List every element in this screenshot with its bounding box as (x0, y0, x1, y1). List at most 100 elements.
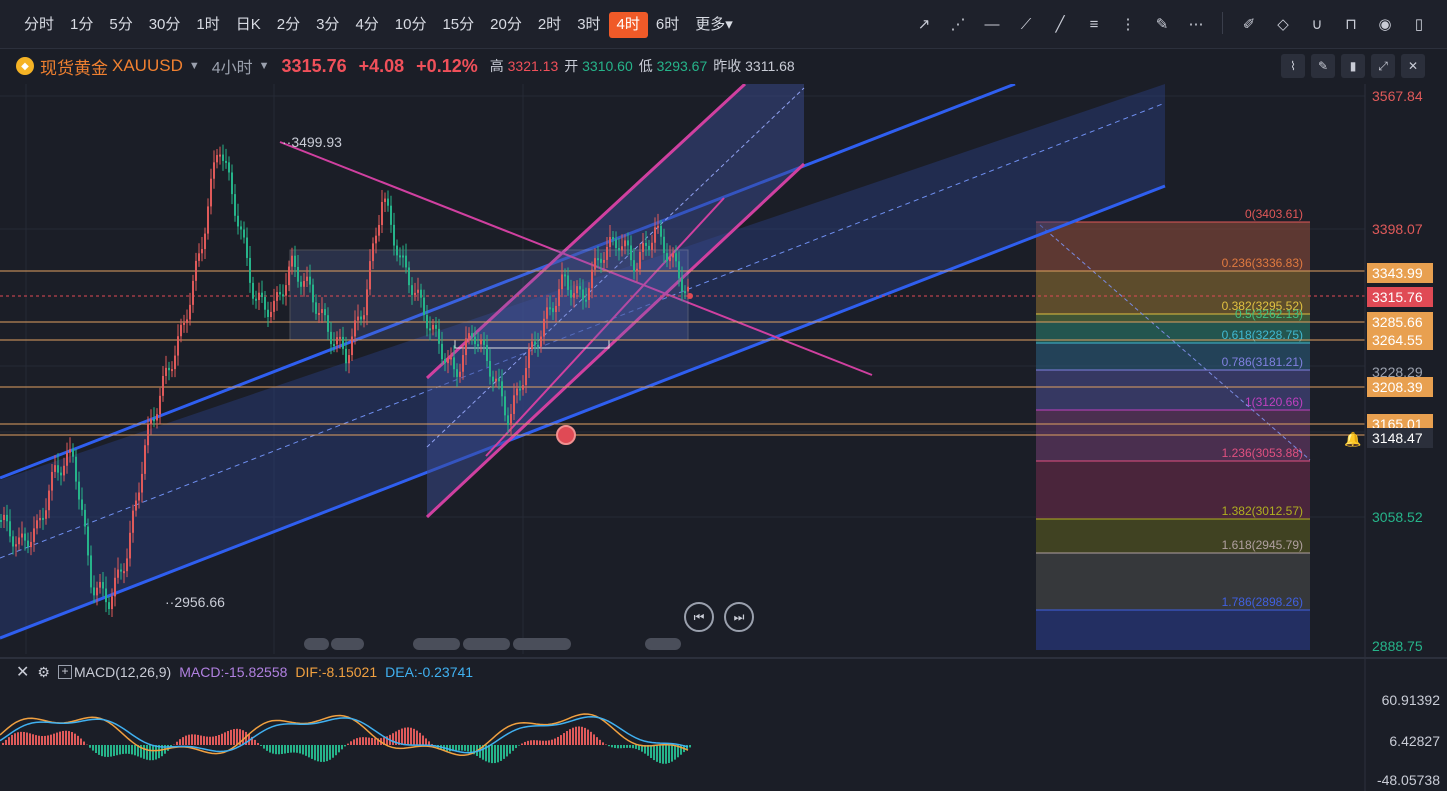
candle-body (582, 289, 584, 300)
candle-body (528, 349, 530, 369)
fib-level-label: 1.382(3012.57) (1222, 504, 1303, 518)
candle-body (381, 201, 383, 225)
macd-bar (335, 745, 337, 756)
macd-bar (260, 745, 262, 746)
period-6[interactable]: 2分 (269, 12, 308, 38)
macd-bar (581, 726, 583, 745)
candle-type-icon[interactable]: ▮ (1341, 54, 1365, 78)
symbol-code[interactable]: XAUUSD (112, 56, 183, 76)
candle-body (387, 198, 389, 206)
ray-icon[interactable]: ╱ (1048, 12, 1072, 36)
candle-body (627, 240, 629, 246)
macd-bar (44, 735, 46, 745)
macd-bar (662, 745, 664, 764)
timeline-chip (331, 638, 364, 650)
candle-body (198, 253, 200, 261)
candle-body (567, 275, 569, 290)
macd-bar (296, 745, 298, 753)
period-0[interactable]: 分时 (16, 12, 62, 38)
eye-icon[interactable]: ◉ (1373, 12, 1397, 36)
polyline-icon[interactable]: ⟋ (1014, 12, 1038, 36)
period-5[interactable]: 日K (228, 12, 269, 38)
trash-icon[interactable]: ▯ (1407, 12, 1431, 36)
next-replay-icon[interactable]: ⏭ (724, 602, 754, 632)
candle-body (90, 555, 92, 588)
candle-body (24, 533, 26, 541)
candle-body (69, 449, 71, 453)
candle-body (45, 510, 47, 519)
chevron-down-icon[interactable]: ▼ (259, 60, 270, 72)
macd-bar (332, 745, 334, 758)
period-10[interactable]: 15分 (434, 12, 482, 38)
macd-bar (35, 735, 37, 745)
candle-body (114, 577, 116, 597)
macd-bar (566, 731, 568, 745)
macd-bar (650, 745, 652, 758)
candle-body (573, 293, 575, 298)
close-icon[interactable]: ✕ (1401, 54, 1425, 78)
candle-body (42, 517, 44, 520)
candle-body (555, 305, 557, 313)
candle-body (123, 571, 125, 574)
candle-body (249, 257, 251, 283)
period-4[interactable]: 1时 (188, 12, 227, 38)
period-7[interactable]: 3分 (308, 12, 347, 38)
period-15[interactable]: 6时 (648, 12, 687, 38)
candle-body (447, 358, 449, 364)
period-13[interactable]: 3时 (569, 12, 608, 38)
period-11[interactable]: 20分 (482, 12, 530, 38)
period-9[interactable]: 10分 (387, 12, 435, 38)
candle-body (27, 540, 29, 548)
arrow-line-icon[interactable]: ↗ (912, 12, 936, 36)
macd-bar (488, 745, 490, 763)
candle-body (309, 276, 311, 285)
close-icon[interactable]: ✕ (16, 662, 29, 682)
chevron-down-icon[interactable]: ▼ (189, 60, 200, 72)
macd-bar (236, 728, 238, 745)
lock-icon[interactable]: ⊓ (1339, 12, 1363, 36)
timeframe-select[interactable]: 4小时 (212, 54, 253, 78)
fullscreen-icon[interactable]: ⤢ (1371, 54, 1395, 78)
macd-bar (257, 742, 259, 745)
period-1[interactable]: 1分 (62, 12, 101, 38)
dashed-line-icon[interactable]: ⋰ (946, 12, 970, 36)
candle-body (144, 445, 146, 474)
period-14[interactable]: 4时 (608, 12, 648, 38)
add-icon[interactable]: + (57, 665, 72, 679)
indicator-icon[interactable]: ⌇ (1281, 54, 1305, 78)
draw-icon[interactable]: ✎ (1311, 54, 1335, 78)
macd-bar (371, 738, 373, 745)
candle-body (99, 582, 101, 588)
candle-body (498, 378, 500, 382)
prev-replay-icon[interactable]: ⏮ (684, 602, 714, 632)
fibonacci-icon[interactable]: ≡ (1082, 12, 1106, 36)
macd-bar (134, 745, 136, 756)
macd-bar (500, 745, 502, 761)
macd-bar (218, 734, 220, 745)
candle-body (255, 298, 257, 301)
period-3[interactable]: 30分 (141, 12, 189, 38)
pencil-icon[interactable]: ✎ (1150, 12, 1174, 36)
instrument-name[interactable]: 现货黄金 (40, 54, 108, 79)
horizontal-line-icon[interactable]: — (980, 12, 1004, 36)
settings-icon[interactable]: ⚙ (37, 664, 50, 681)
low-marker: ··2956.66 (165, 594, 225, 610)
candle-body (132, 510, 134, 533)
eraser-icon[interactable]: ◇ (1271, 12, 1295, 36)
more-tools-icon[interactable]: ⋯ (1184, 12, 1208, 36)
price-tag: 3208.39 (1372, 379, 1423, 395)
candle-body (189, 304, 191, 320)
macd-bar (194, 734, 196, 745)
period-12[interactable]: 2时 (530, 12, 569, 38)
period-2[interactable]: 5分 (101, 12, 140, 38)
period-8[interactable]: 4分 (347, 12, 386, 38)
candle-body (165, 367, 167, 376)
macd-bar (611, 745, 613, 748)
price-chart[interactable]: 0(3403.61)0.236(3336.83)0.382(3295.52)0.… (0, 84, 1447, 791)
candle-body (54, 465, 56, 472)
edit-icon[interactable]: ✐ (1237, 12, 1261, 36)
fan-icon[interactable]: ⋮ (1116, 12, 1140, 36)
period-16[interactable]: 更多▾ (687, 12, 741, 38)
magnet-icon[interactable]: ∪ (1305, 12, 1329, 36)
drawing-tools: ↗ ⋰ — ⟋ ╱ ≡ ⋮ ✎ ⋯ ✐ ◇ ∪ ⊓ ◉ ▯ (912, 12, 1431, 36)
